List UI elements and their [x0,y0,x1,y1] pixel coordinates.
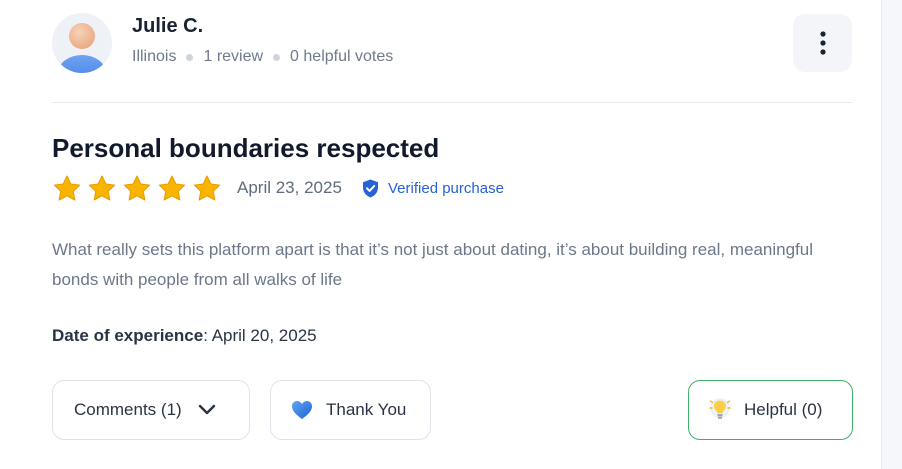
verified-badge: Verified purchase [362,179,504,198]
avatar-icon [58,23,106,73]
review-card: Julie C. Illinois 1 review 0 helpful vot… [0,0,882,469]
star-rating [52,174,222,204]
reviewer-location: Illinois [132,48,177,65]
star-icon [158,175,186,201]
reviewer-helpful-votes: 0 helpful votes [290,48,394,65]
shield-check-icon [363,179,378,198]
review-date: April 23, 2025 [237,178,342,197]
more-options-button[interactable] [793,14,852,72]
separator-dot [273,53,281,61]
reviewer-review-count: 1 review [203,48,264,65]
experience-colon: : [203,326,212,345]
star-icon [193,175,221,201]
more-vertical-icon [819,31,826,55]
reviewer-meta: Illinois 1 review 0 helpful votes [132,48,393,66]
helpful-button[interactable]: Helpful (0) [688,380,853,440]
review-body: What really sets this platform apart is … [52,240,814,289]
star-icon [53,175,81,201]
helpful-label: Helpful (0) [744,400,823,419]
experience-label: Date of experience [52,326,204,345]
experience-date: Date of experience: April 20, 2025 [52,326,317,346]
star-icon [123,175,151,201]
review-title: Personal boundaries respected [52,133,440,163]
thank-you-button[interactable]: Thank You [270,380,431,440]
comments-label: Comments (1) [74,400,182,419]
separator-dot [186,53,194,61]
thank-you-label: Thank You [326,400,407,419]
reviewer-name[interactable]: Julie C. [132,15,203,38]
chevron-down-icon [198,404,215,415]
avatar[interactable] [52,13,112,73]
comments-button[interactable]: Comments (1) [52,380,250,440]
blue-heart-icon [292,401,312,419]
lightbulb-icon [709,398,731,419]
star-icon [88,175,116,201]
experience-value: April 20, 2025 [211,326,317,345]
verified-label: Verified purchase [388,180,504,197]
divider [52,102,853,103]
